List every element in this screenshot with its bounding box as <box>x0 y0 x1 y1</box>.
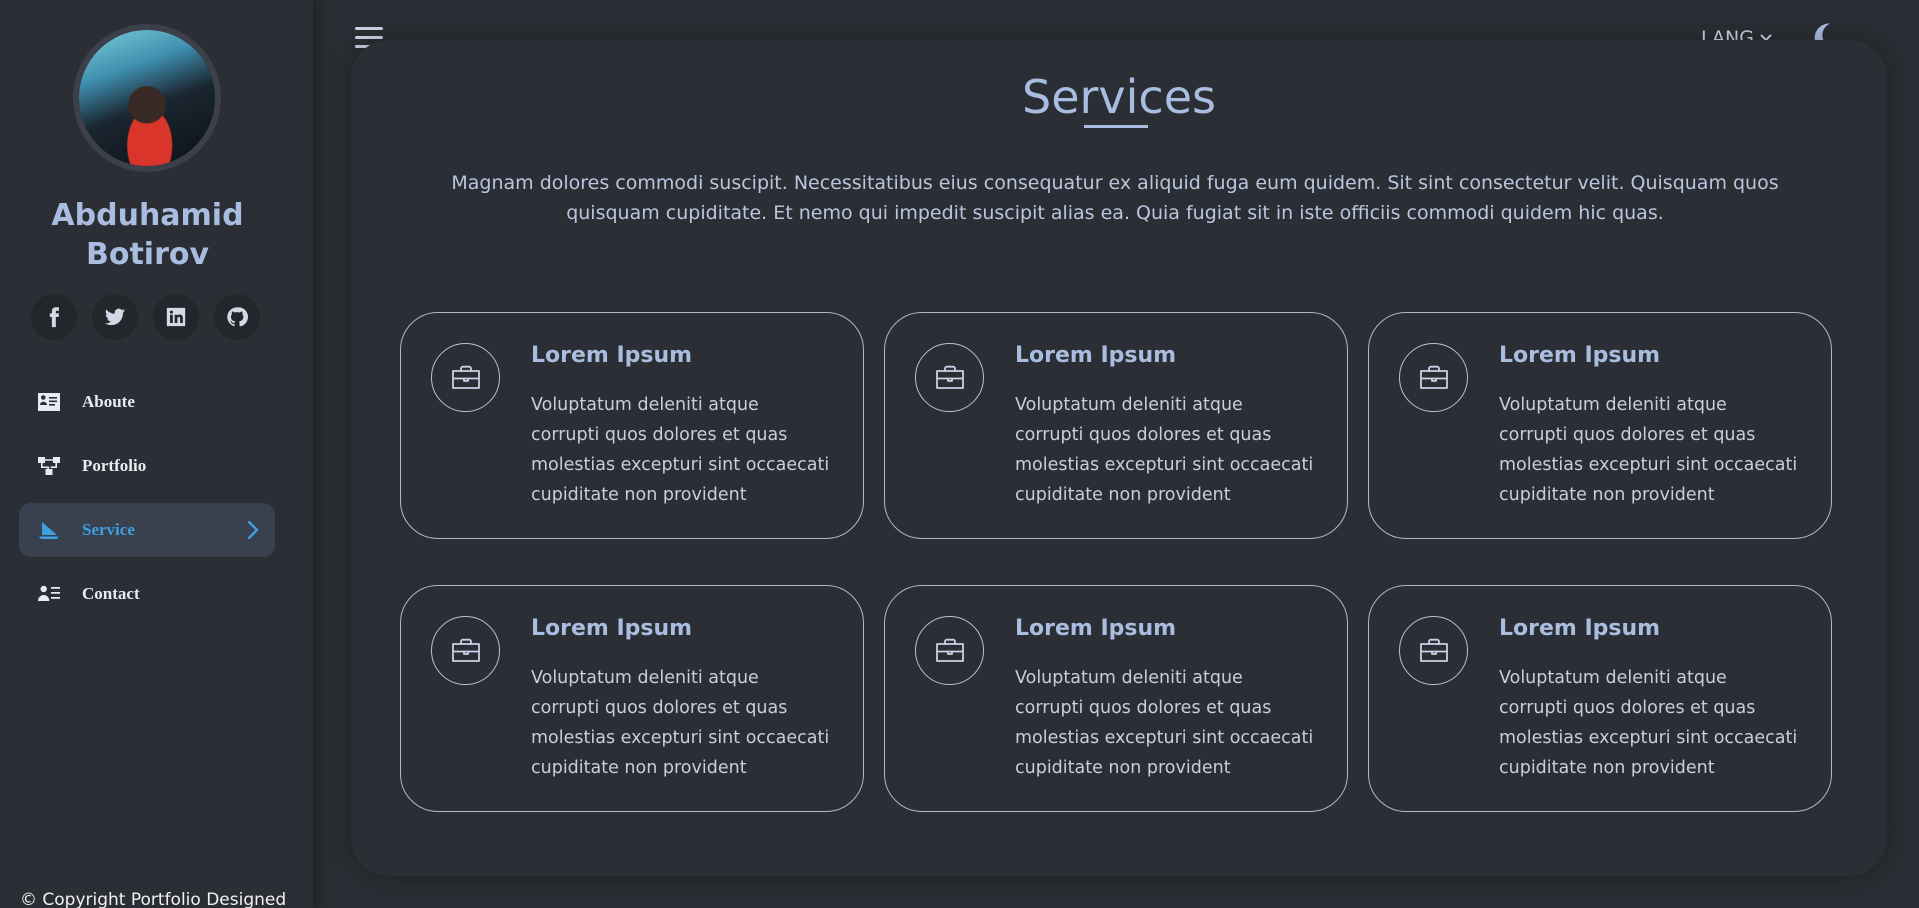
service-card: Lorem Ipsum Voluptatum deleniti atque co… <box>884 312 1348 539</box>
avatar-photo <box>79 30 215 166</box>
briefcase-icon <box>1399 616 1468 685</box>
service-card-title: Lorem Ipsum <box>531 343 693 368</box>
sailboat-icon <box>36 519 62 541</box>
service-card: Lorem Ipsum Voluptatum deleniti atque co… <box>1368 585 1832 812</box>
twitter-link[interactable] <box>92 294 138 340</box>
service-card-text: Voluptatum deleniti atque corrupti quos … <box>1015 668 1314 778</box>
linkedin-link[interactable] <box>153 294 199 340</box>
service-card-text: Voluptatum deleniti atque corrupti quos … <box>531 395 830 505</box>
service-card-title: Lorem Ipsum <box>531 616 693 641</box>
avatar <box>73 24 221 172</box>
copyright-text: © Copyright Portfolio Designed <box>20 890 287 908</box>
sidebar-item-label: Portfolio <box>82 456 147 475</box>
facebook-icon <box>49 307 60 328</box>
service-card-text: Voluptatum deleniti atque corrupti quos … <box>1015 395 1314 505</box>
service-card: Lorem Ipsum Voluptatum deleniti atque co… <box>884 585 1348 812</box>
service-card: Lorem Ipsum Voluptatum deleniti atque co… <box>400 585 864 812</box>
service-card-title: Lorem Ipsum <box>1499 343 1661 368</box>
sidebar-item-contact[interactable]: Contact <box>19 567 275 621</box>
service-card-title: Lorem Ipsum <box>1015 343 1177 368</box>
id-card-icon <box>36 391 62 413</box>
sidebar-item-label: Service <box>82 520 135 539</box>
sidebar: Abduhamid Botirov Aboute Portfolio Servi… <box>0 0 313 908</box>
sidebar-item-label: Aboute <box>82 392 135 411</box>
briefcase-icon <box>915 616 984 685</box>
briefcase-icon <box>915 343 984 412</box>
sidebar-nav: Aboute Portfolio Service Contact <box>19 375 275 631</box>
briefcase-icon <box>1399 343 1468 412</box>
sidebar-item-aboute[interactable]: Aboute <box>19 375 275 429</box>
github-icon <box>227 307 248 327</box>
briefcase-icon <box>431 343 500 412</box>
contact-list-icon <box>36 583 62 605</box>
page-title: Services <box>1022 70 1216 124</box>
service-card: Lorem Ipsum Voluptatum deleniti atque co… <box>400 312 864 539</box>
service-card-title: Lorem Ipsum <box>1015 616 1177 641</box>
facebook-link[interactable] <box>31 294 77 340</box>
social-links <box>31 294 260 340</box>
briefcase-icon <box>431 616 500 685</box>
sidebar-item-label: Contact <box>82 584 140 603</box>
github-link[interactable] <box>214 294 260 340</box>
sitemap-icon <box>36 455 62 477</box>
service-card: Lorem Ipsum Voluptatum deleniti atque co… <box>1368 312 1832 539</box>
service-card-title: Lorem Ipsum <box>1499 616 1661 641</box>
services-intro: Magnam dolores commodi suscipit. Necessi… <box>451 172 1779 224</box>
twitter-icon <box>104 308 126 326</box>
profile-name-text: Abduhamid Botirov <box>51 198 244 272</box>
profile-name: Abduhamid Botirov <box>0 196 295 274</box>
sidebar-item-portfolio[interactable]: Portfolio <box>19 439 275 493</box>
linkedin-icon <box>166 307 186 327</box>
service-card-text: Voluptatum deleniti atque corrupti quos … <box>1499 668 1798 778</box>
services-grid: Lorem Ipsum Voluptatum deleniti atque co… <box>400 312 1833 812</box>
service-card-text: Voluptatum deleniti atque corrupti quos … <box>1499 395 1798 505</box>
chevron-right-icon <box>247 520 259 540</box>
title-underline <box>1084 125 1148 128</box>
service-card-text: Voluptatum deleniti atque corrupti quos … <box>531 668 830 778</box>
sidebar-item-service[interactable]: Service <box>19 503 275 557</box>
